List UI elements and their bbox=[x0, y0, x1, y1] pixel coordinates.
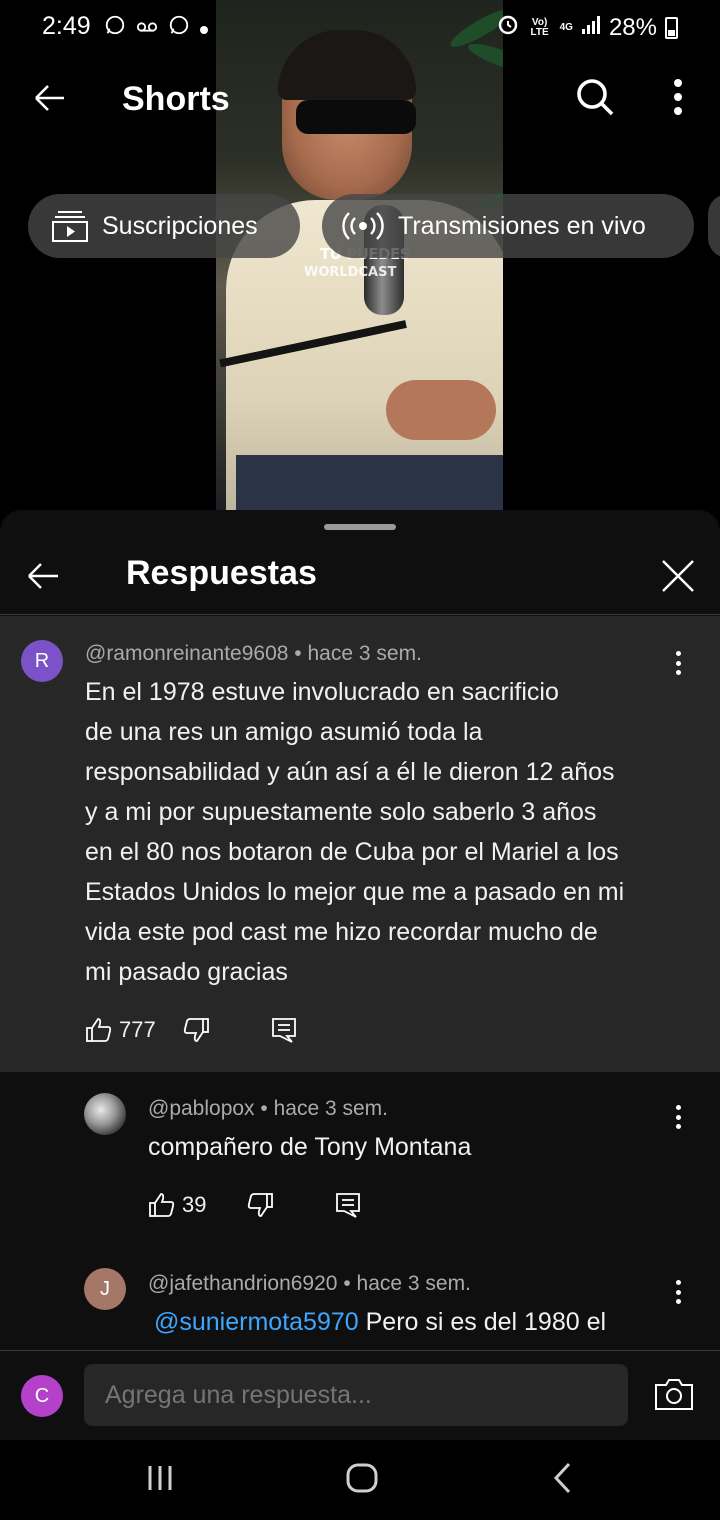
comment-line: de una res un amigo asumió toda la bbox=[85, 718, 483, 746]
comment-line: mi pasado gracias bbox=[85, 958, 288, 986]
reply-menu-icon[interactable] bbox=[666, 1102, 690, 1132]
comment-text: En el 1978 estuve involucrado en sacrifi… bbox=[85, 672, 705, 992]
drag-handle[interactable] bbox=[324, 524, 396, 530]
recent-apps-icon[interactable] bbox=[142, 1460, 182, 1496]
whatsapp-icon bbox=[104, 14, 126, 42]
comment-line: en el 80 nos botaron de Cuba por el Mari… bbox=[85, 838, 619, 866]
comment-author[interactable]: @ramonreinante9608 bbox=[85, 642, 288, 665]
battery-percent: 28% bbox=[608, 13, 657, 41]
video-watermark-line2: WORLDCAST bbox=[304, 265, 397, 280]
app-header: Shorts bbox=[0, 60, 720, 140]
comment-line: En el 1978 estuve involucrado en sacrifi… bbox=[85, 678, 559, 706]
like-icon[interactable] bbox=[85, 1016, 113, 1044]
back-icon[interactable] bbox=[544, 1460, 584, 1496]
person-hands bbox=[386, 380, 496, 440]
avatar[interactable]: C bbox=[21, 1375, 63, 1417]
alarm-icon bbox=[496, 12, 520, 43]
reply-text: compañero de Tony Montana bbox=[148, 1133, 472, 1161]
comment-line: vida este pod cast me hizo recordar much… bbox=[85, 918, 598, 946]
network-indicator: 4G bbox=[559, 21, 573, 33]
reply-time: hace 3 sem. bbox=[356, 1272, 471, 1295]
volte-indicator: Vo) LTE bbox=[530, 16, 549, 38]
reply-text: @suniermota5970 Pero si es del 1980 el bbox=[154, 1302, 606, 1348]
status-time: 2:49 bbox=[42, 12, 91, 40]
camera-icon[interactable] bbox=[654, 1377, 694, 1411]
avatar[interactable] bbox=[84, 1093, 126, 1135]
like-count: 39 bbox=[182, 1192, 207, 1217]
status-bar: 2:49 Vo) LTE 4G 28% bbox=[0, 0, 720, 56]
dislike-icon[interactable] bbox=[182, 1016, 210, 1044]
whatsapp-icon bbox=[168, 14, 190, 42]
chip-partial[interactable] bbox=[708, 194, 720, 258]
notification-icons bbox=[104, 14, 208, 42]
voicemail-icon bbox=[136, 17, 158, 40]
dislike-icon[interactable] bbox=[246, 1191, 274, 1219]
comment-time: hace 3 sem. bbox=[307, 642, 422, 665]
meta-separator: • bbox=[260, 1097, 268, 1120]
subscriptions-icon bbox=[52, 210, 88, 242]
comment-line: Estados Unidos lo mejor que me a pasado … bbox=[85, 878, 625, 906]
reply-icon[interactable] bbox=[334, 1191, 362, 1219]
reply-author[interactable]: @jafethandrion6920 bbox=[148, 1272, 337, 1295]
comment-line: y a mi por supuestamente solo saberlo 3 … bbox=[85, 798, 597, 826]
back-arrow-icon[interactable] bbox=[24, 556, 64, 596]
live-broadcast-icon bbox=[342, 210, 384, 242]
sheet-title: Respuestas bbox=[126, 554, 317, 592]
chip-live[interactable]: Transmisiones en vivo bbox=[322, 194, 694, 258]
comment-line: responsabilidad y aún así a él le dieron… bbox=[85, 758, 615, 786]
reply-icon[interactable] bbox=[270, 1016, 298, 1044]
chip-label: Transmisiones en vivo bbox=[398, 211, 646, 240]
parent-comment: R @ramonreinante9608 • hace 3 sem. En el… bbox=[0, 616, 720, 1072]
reply-meta: @pablopox • hace 3 sem. bbox=[148, 1097, 388, 1121]
back-arrow-icon[interactable] bbox=[30, 78, 70, 118]
reply-menu-icon[interactable] bbox=[666, 1277, 690, 1307]
chip-subscriptions[interactable]: Suscripciones bbox=[28, 194, 300, 258]
chip-label: Suscripciones bbox=[102, 211, 258, 240]
dot-icon bbox=[200, 17, 208, 40]
reply-actions: 39 bbox=[148, 1191, 362, 1219]
status-right: Vo) LTE 4G 28% bbox=[496, 12, 678, 43]
reply-text-body: Pero si es del 1980 el bbox=[358, 1308, 607, 1336]
comment-meta: @ramonreinante9608 • hace 3 sem. bbox=[85, 642, 422, 666]
more-options-icon[interactable] bbox=[664, 76, 692, 118]
meta-separator: • bbox=[343, 1272, 351, 1295]
system-nav-bar bbox=[0, 1440, 720, 1520]
avatar[interactable]: R bbox=[21, 640, 63, 682]
reply-input[interactable] bbox=[84, 1364, 628, 1426]
close-icon[interactable] bbox=[658, 556, 698, 596]
like-icon[interactable] bbox=[148, 1191, 176, 1219]
reply-composer: C bbox=[0, 1350, 720, 1440]
signal-icon bbox=[581, 14, 601, 42]
meta-separator: • bbox=[294, 642, 302, 665]
like-count: 777 bbox=[119, 1017, 156, 1042]
page-title: Shorts bbox=[122, 80, 230, 118]
home-icon[interactable] bbox=[342, 1460, 382, 1496]
reply-author[interactable]: @pablopox bbox=[148, 1097, 255, 1120]
search-icon[interactable] bbox=[574, 76, 616, 118]
comment-actions: 777 bbox=[85, 1016, 298, 1044]
sheet-header: Respuestas bbox=[0, 540, 720, 615]
reply-time: hace 3 sem. bbox=[273, 1097, 389, 1120]
shorts-video-area[interactable]: TÚ PUEDES WORLDCAST 2:49 Vo) LTE 4G bbox=[0, 0, 720, 520]
avatar[interactable]: J bbox=[84, 1268, 126, 1310]
reply-meta: @jafethandrion6920 • hace 3 sem. bbox=[148, 1272, 471, 1296]
battery-icon bbox=[665, 16, 678, 39]
mention-link[interactable]: @suniermota5970 bbox=[154, 1308, 359, 1336]
